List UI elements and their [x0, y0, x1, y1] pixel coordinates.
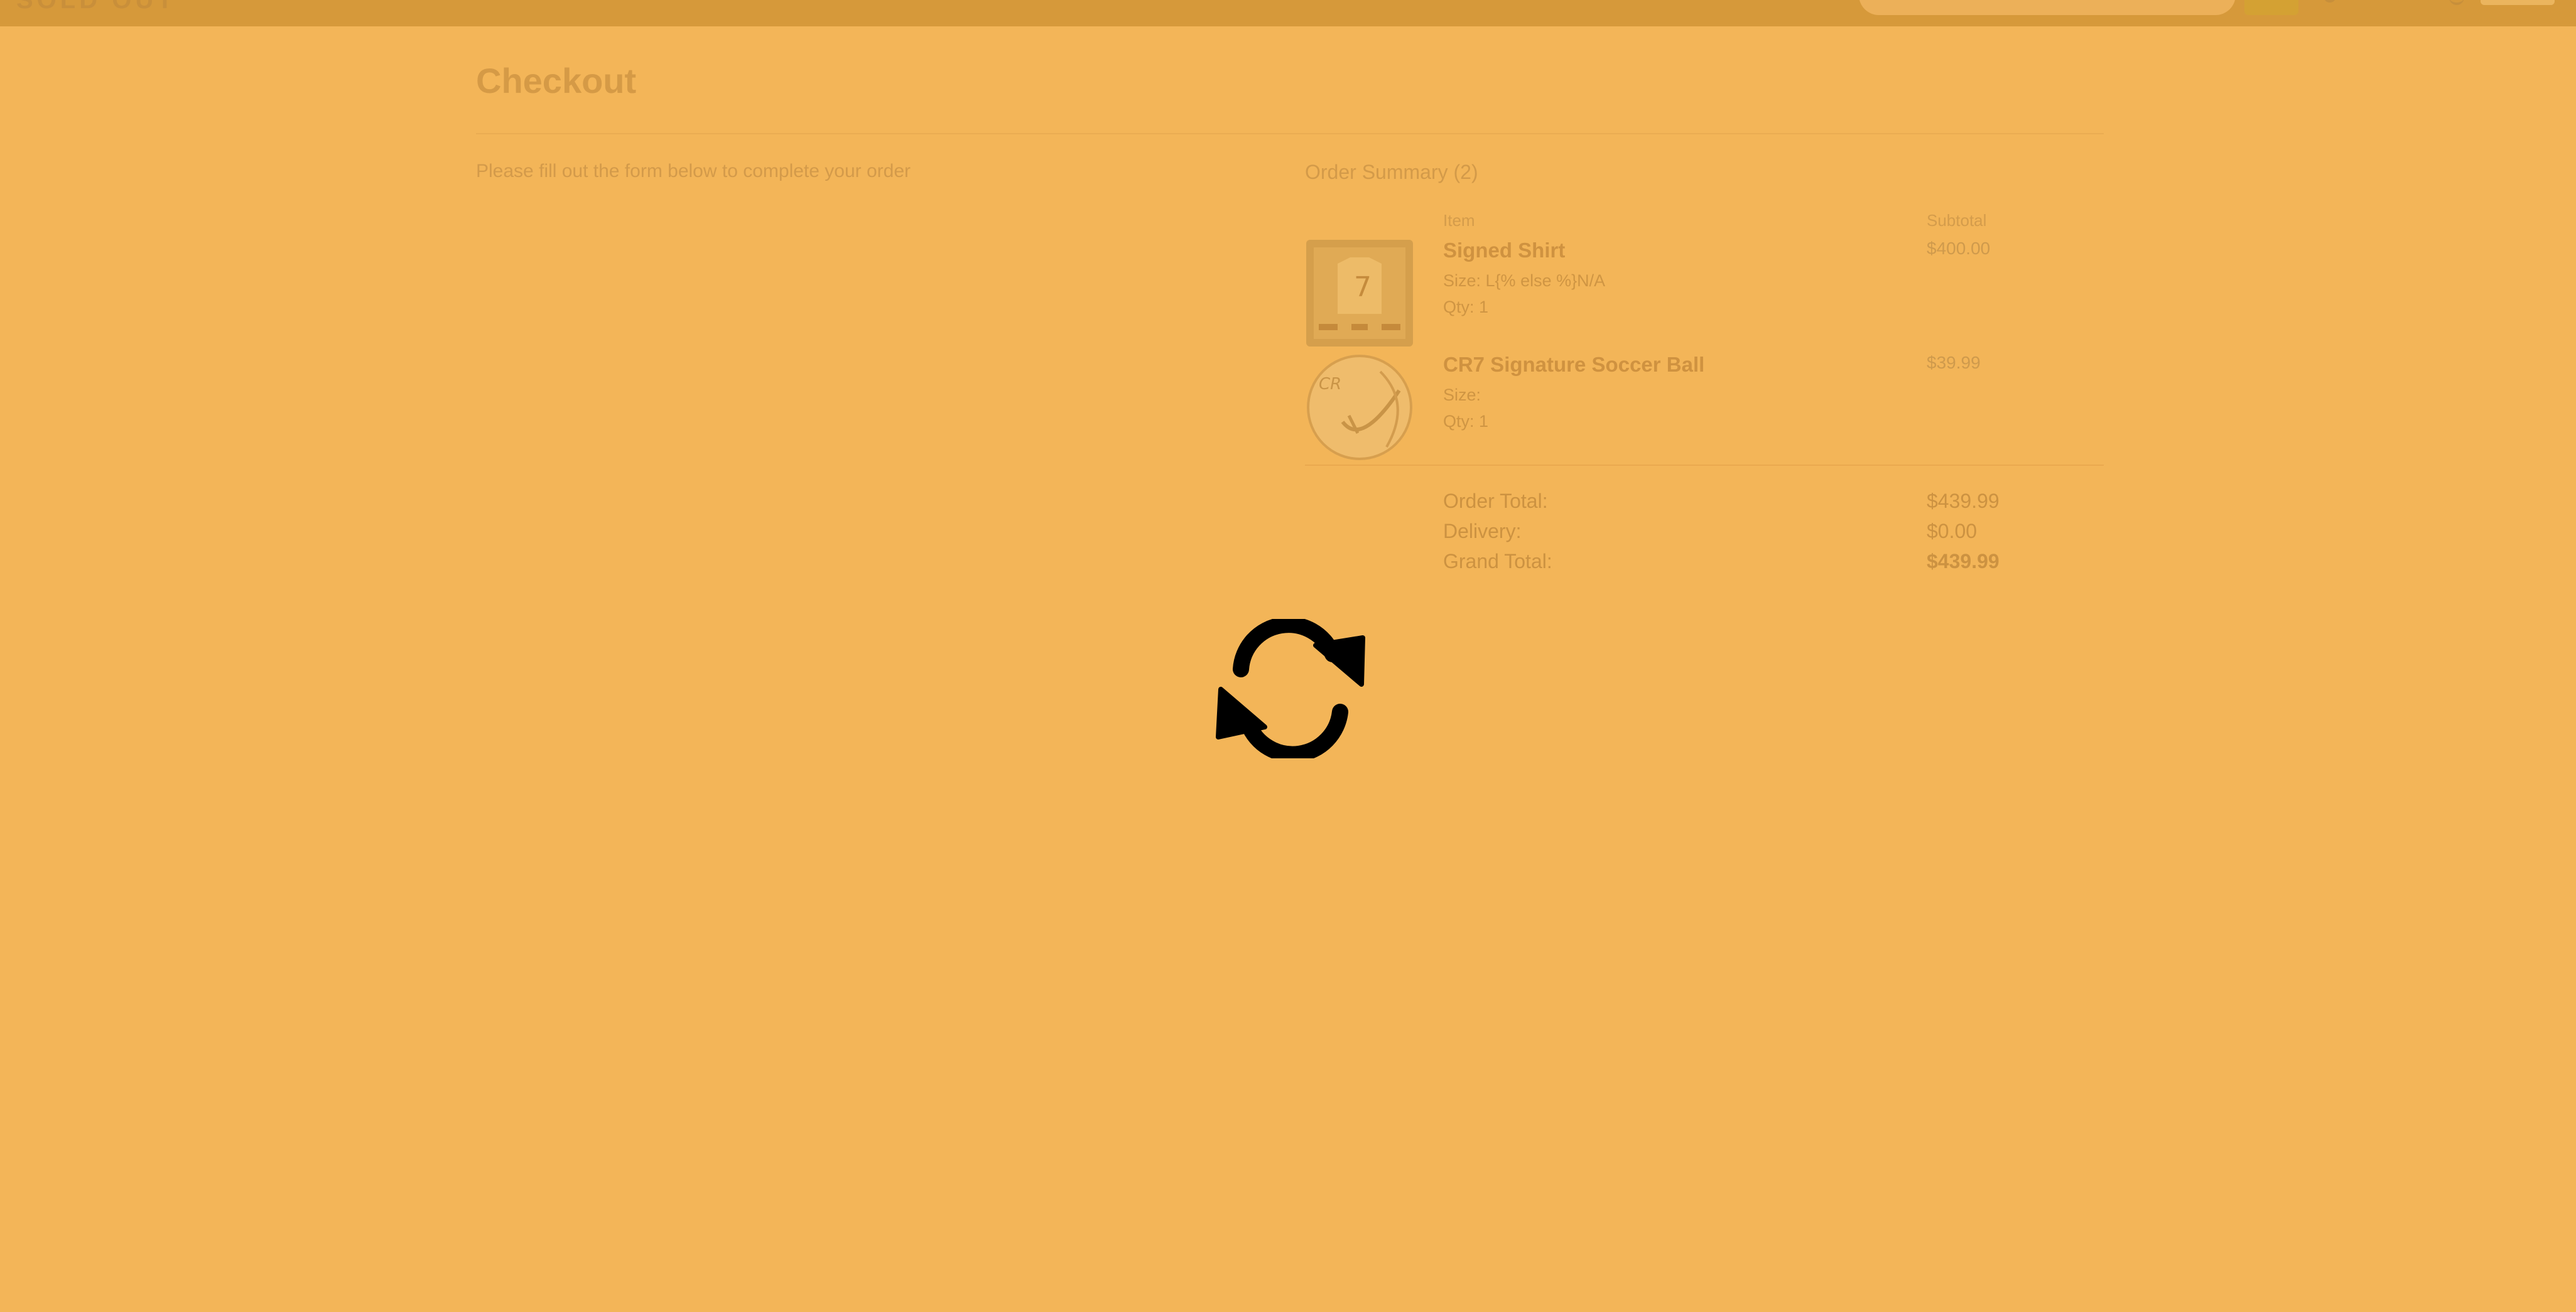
grand-total-label: Grand Total: [1443, 550, 1552, 573]
title-divider [476, 133, 2104, 134]
search-input[interactable] [1859, 0, 2236, 15]
item-quantity: Qty: 1 [1443, 412, 1489, 431]
totals-divider [1305, 465, 2104, 466]
signed-shirt-frame-image[interactable]: 7 [1305, 239, 1414, 348]
account-icon[interactable] [2324, 0, 2336, 3]
order-summary-heading: Order Summary (2) [1305, 161, 1478, 183]
svg-text:7: 7 [1354, 271, 1372, 303]
site-logo[interactable]: SOLD OUT [16, 0, 176, 14]
order-total-value: $439.99 [1927, 490, 2000, 512]
svg-text:CR: CR [1319, 375, 1341, 394]
checkout-intro-text: Please fill out the form below to comple… [476, 161, 911, 181]
top-navigation-bar: SOLD OUT [0, 0, 2576, 26]
bag-icon[interactable] [2449, 0, 2464, 5]
item-size: Size: [1443, 385, 1481, 404]
refresh-spinner-icon [1212, 616, 1369, 763]
bag-total-button[interactable] [2481, 0, 2555, 5]
item-size: Size: L{% else %}N/A [1443, 271, 1606, 290]
soccer-ball-image[interactable]: CR [1305, 353, 1414, 462]
subtotal-column-header: Subtotal [1927, 211, 1987, 230]
checkout-page: SOLD OUT Checkout Please fill out the fo… [0, 0, 2576, 1312]
item-column-header: Item [1443, 211, 1475, 230]
delivery-value: $0.00 [1927, 520, 1978, 542]
order-total-label: Order Total: [1443, 490, 1548, 512]
page-title: Checkout [476, 61, 637, 100]
order-line-item: CR CR7 Signature Soccer Ball Size: Qty: … [1305, 353, 2102, 466]
item-name[interactable]: CR7 Signature Soccer Ball [1443, 353, 1704, 377]
order-line-item: 7 Signed Shirt Size: L{% else %}N/A Qty:… [1305, 239, 2102, 352]
item-name[interactable]: Signed Shirt [1443, 239, 1565, 262]
item-subtotal: $400.00 [1927, 239, 1991, 258]
item-subtotal: $39.99 [1927, 353, 1981, 372]
search-button[interactable] [2244, 0, 2298, 15]
delivery-label: Delivery: [1443, 520, 1522, 542]
item-quantity: Qty: 1 [1443, 298, 1489, 316]
grand-total-value: $439.99 [1927, 550, 2000, 573]
